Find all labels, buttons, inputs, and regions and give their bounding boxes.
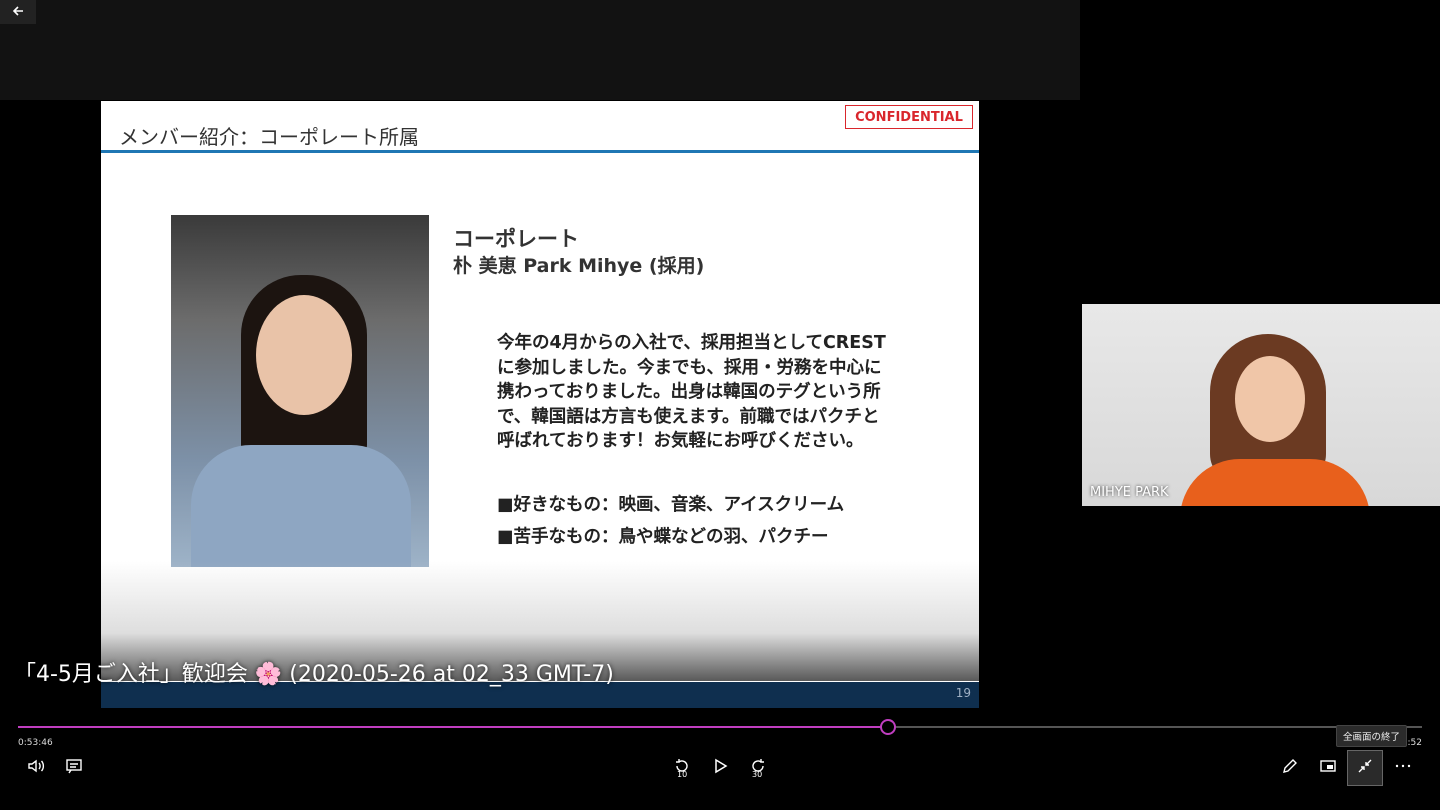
department-heading: コーポレート [453, 227, 579, 251]
volume-button[interactable] [18, 750, 54, 786]
member-preferences: ■好きなもの：映画、音楽、アイスクリーム ■苦手なもの：鳥や蝶などの羽、パクチー [497, 489, 844, 553]
rewind-button[interactable]: 10 [664, 750, 700, 786]
miniplayer-button[interactable] [1310, 750, 1346, 786]
member-intro: 今年の4月からの入社で、採用担当としてCREST に参加しました。今までも、採用… [497, 333, 886, 451]
confidential-badge: CONFIDENTIAL [845, 105, 973, 129]
captions-icon [65, 757, 83, 779]
more-options-button[interactable] [1385, 750, 1421, 786]
volume-icon [27, 757, 45, 779]
likes-line: ■好きなもの：映画、音楽、アイスクリーム [497, 495, 845, 515]
video-title: 「4-5月ご入社」歓迎会 🌸 (2020-05-26 at 02_33 GMT-… [14, 662, 614, 687]
play-icon [711, 757, 729, 779]
captions-button[interactable] [56, 750, 92, 786]
member-name: 朴 美恵 Park Mihye (採用) [453, 255, 705, 277]
player-controls: 0:53:46 32:52 全画面の終了 10 30 [0, 710, 1440, 810]
exit-fullscreen-icon [1356, 757, 1374, 779]
back-button[interactable] [0, 0, 36, 24]
more-icon [1394, 757, 1412, 779]
participant-name: MIHYE PARK [1090, 485, 1169, 500]
elapsed-time: 0:53:46 [18, 738, 53, 748]
presentation-slide: メンバー紹介：コーポレート所属 CONFIDENTIAL コーポレート 朴 美恵… [101, 101, 979, 708]
slide-divider [101, 150, 979, 153]
seek-progress [18, 726, 888, 728]
back-arrow-icon [11, 3, 25, 22]
exit-fullscreen-tooltip: 全画面の終了 [1336, 725, 1408, 747]
slide-page-number: 19 [955, 686, 971, 700]
play-button[interactable] [702, 750, 738, 786]
video-top-area [0, 0, 1080, 100]
pen-icon [1281, 757, 1299, 779]
forward-button[interactable]: 30 [740, 750, 776, 786]
annotate-button[interactable] [1272, 750, 1308, 786]
dislikes-line: ■苦手なもの：鳥や蝶などの羽、パクチー [497, 527, 829, 547]
slide-title: メンバー紹介：コーポレート所属 [119, 125, 419, 149]
member-photo [171, 215, 429, 567]
seek-bar[interactable] [18, 719, 1422, 735]
rewind-seconds-label: 10 [677, 770, 688, 779]
participant-video-tile: MIHYE PARK [1082, 304, 1440, 506]
seek-thumb[interactable] [880, 719, 897, 735]
miniplayer-icon [1319, 757, 1337, 779]
forward-seconds-label: 30 [752, 770, 763, 779]
exit-fullscreen-button[interactable] [1347, 750, 1383, 786]
